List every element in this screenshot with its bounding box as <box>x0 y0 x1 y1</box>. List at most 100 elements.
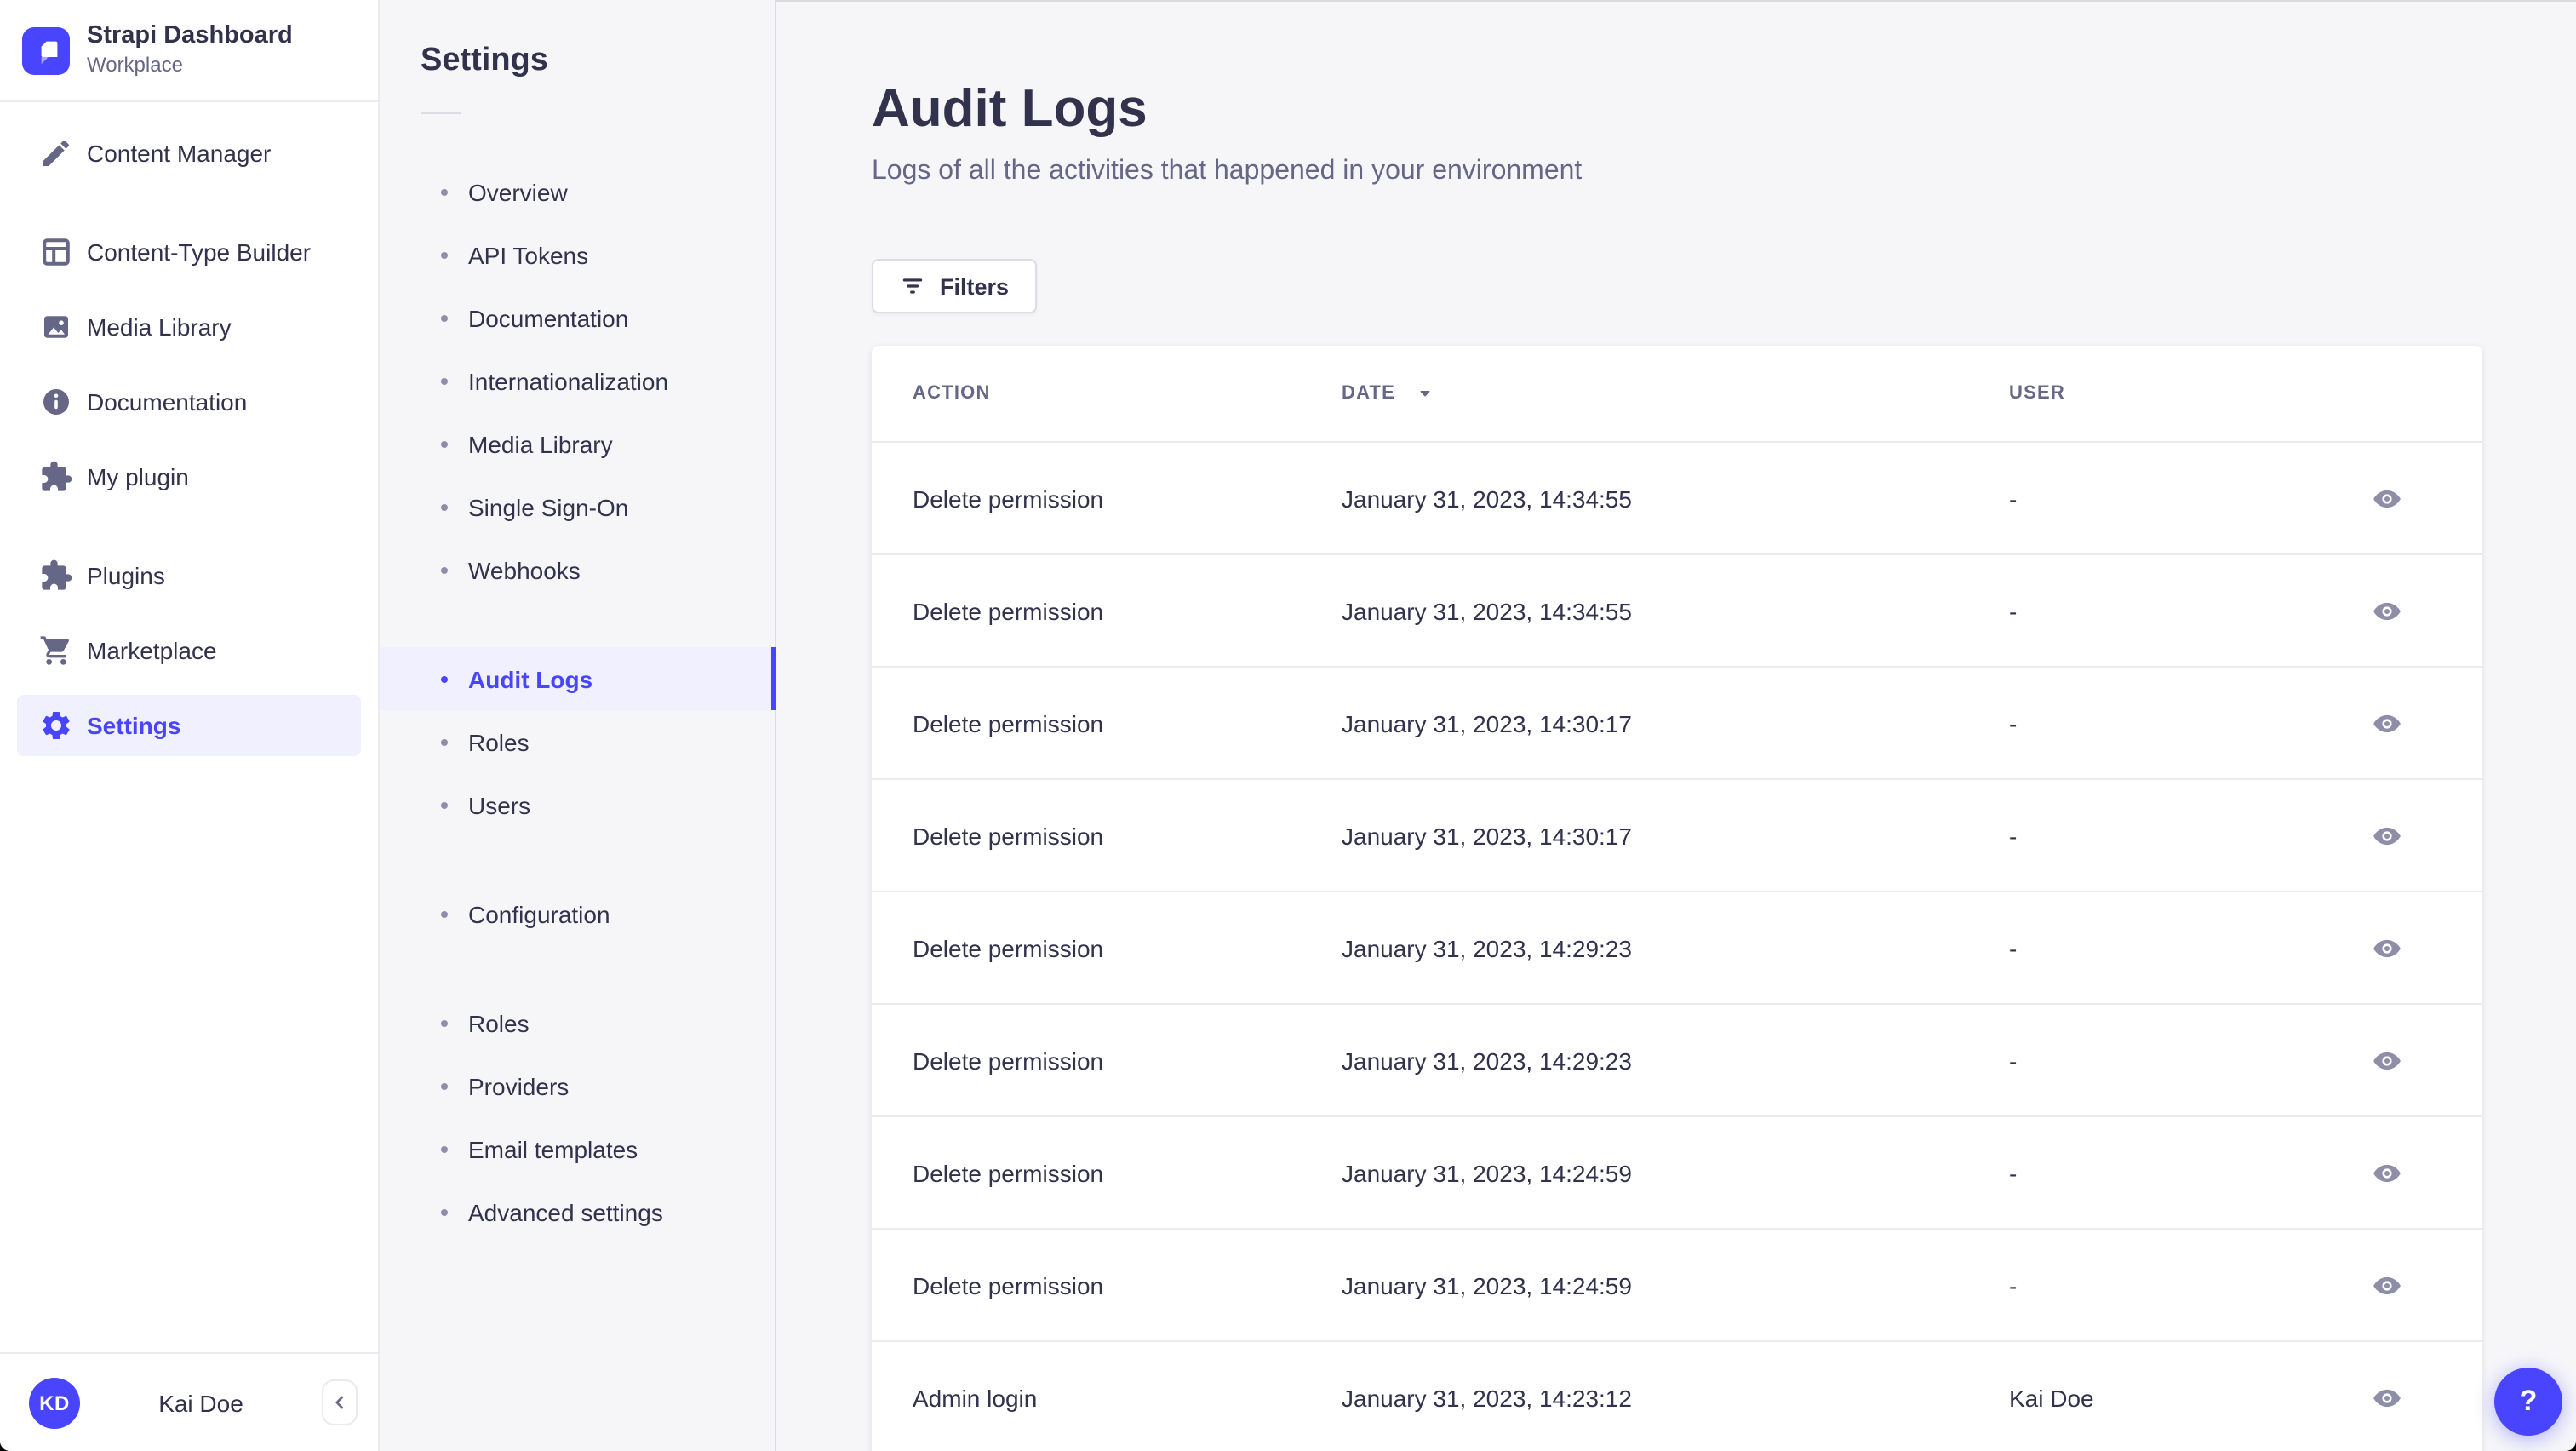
layout-icon <box>39 235 73 269</box>
sidebar-item[interactable]: Plugins <box>17 545 361 606</box>
bullet-icon <box>441 910 448 917</box>
bullet-icon <box>441 503 448 510</box>
info-icon <box>39 385 73 419</box>
workspace-title: Strapi Dashboard <box>87 22 293 49</box>
subnav-link[interactable]: Advanced settings <box>380 1180 775 1243</box>
cell-action: Delete permission <box>913 934 1104 961</box>
subnav-link[interactable]: Audit Logs <box>380 647 776 710</box>
sidebar-nav: Content Manager Content-Type Builder Med… <box>0 102 378 756</box>
subnav-link[interactable]: Single Sign-On <box>380 475 775 538</box>
view-log-button[interactable] <box>2360 1258 2414 1312</box>
sidebar-item[interactable]: Documentation <box>17 371 361 433</box>
table-row[interactable]: Delete permission January 31, 2023, 14:3… <box>872 553 2482 666</box>
subnav-link[interactable]: Webhooks <box>380 538 775 601</box>
gear-icon <box>39 708 73 743</box>
table-row[interactable]: Delete permission January 31, 2023, 14:2… <box>872 1115 2482 1228</box>
chevron-left-icon <box>335 1396 344 1409</box>
view-log-button[interactable] <box>2360 1033 2414 1087</box>
bullet-icon <box>441 251 448 258</box>
cell-date: January 31, 2023, 14:30:17 <box>1342 822 1632 849</box>
cell-date: January 31, 2023, 14:29:23 <box>1342 934 1632 961</box>
eye-icon <box>2373 489 2401 508</box>
help-button[interactable]: ? <box>2494 1368 2562 1436</box>
filters-button[interactable]: Filters <box>872 259 1037 313</box>
view-log-button[interactable] <box>2360 1145 2414 1200</box>
cell-user: Kai Doe <box>2009 1384 2094 1411</box>
cell-user: - <box>2009 597 2018 624</box>
subnav-link[interactable]: Overview <box>380 160 775 223</box>
subnav-link[interactable]: Internationalization <box>380 349 775 412</box>
table-row[interactable]: Delete permission January 31, 2023, 14:3… <box>872 441 2482 553</box>
audit-logs-table: ACTION DATE USER Delete permission Janua… <box>872 346 2482 1451</box>
cell-action: Delete permission <box>913 485 1104 512</box>
sidebar-item[interactable]: My plugin <box>17 446 361 508</box>
subnav-link[interactable]: Documentation <box>380 286 775 349</box>
table-row[interactable]: Delete permission January 31, 2023, 14:3… <box>872 666 2482 778</box>
app-window: Strapi Dashboard Workplace Content Manag… <box>0 0 2576 1451</box>
cell-action: Delete permission <box>913 1047 1104 1074</box>
bullet-icon <box>441 1019 448 1026</box>
eye-icon <box>2373 826 2401 845</box>
table-row[interactable]: Delete permission January 31, 2023, 14:2… <box>872 1228 2482 1340</box>
cell-date: January 31, 2023, 14:34:55 <box>1342 485 1632 512</box>
column-header-user[interactable]: USER <box>2009 383 2278 404</box>
sidebar-item[interactable]: Content Manager <box>17 123 361 184</box>
cell-action: Delete permission <box>913 1271 1104 1299</box>
eye-icon <box>2373 601 2401 620</box>
subnav-link[interactable]: Roles <box>380 991 775 1054</box>
sidebar-user-row: KD Kai Doe <box>0 1352 378 1451</box>
sidebar-item[interactable]: Settings <box>17 695 361 756</box>
cell-user: - <box>2009 1159 2018 1186</box>
table-row[interactable]: Delete permission January 31, 2023, 14:2… <box>872 1003 2482 1115</box>
view-log-button[interactable] <box>2360 808 2414 863</box>
cell-date: January 31, 2023, 14:34:55 <box>1342 597 1632 624</box>
main-sidebar: Strapi Dashboard Workplace Content Manag… <box>0 0 380 1451</box>
cell-user: - <box>2009 709 2018 737</box>
table-row[interactable]: Delete permission January 31, 2023, 14:3… <box>872 778 2482 891</box>
table-row[interactable]: Delete permission January 31, 2023, 14:2… <box>872 891 2482 1003</box>
eye-icon <box>2373 1051 2401 1070</box>
subnav-list: Overview API Tokens Documentation Intern… <box>380 160 776 1243</box>
view-log-button[interactable] <box>2360 583 2414 638</box>
sidebar-item[interactable]: Content-Type Builder <box>17 221 361 283</box>
avatar[interactable]: KD <box>29 1377 80 1428</box>
subnav-link[interactable]: Roles <box>380 710 775 773</box>
cell-user: - <box>2009 1047 2018 1074</box>
view-log-button[interactable] <box>2360 1370 2414 1425</box>
workspace-switcher[interactable]: Strapi Dashboard Workplace <box>0 0 378 102</box>
bullet-icon <box>441 1082 448 1089</box>
sort-desc-icon[interactable] <box>1416 385 1433 402</box>
bullet-icon <box>441 1145 448 1152</box>
subnav-link[interactable]: Media Library <box>380 412 775 475</box>
sidebar-item[interactable]: Marketplace <box>17 620 361 681</box>
bullet-icon <box>441 440 448 447</box>
bullet-icon <box>441 314 448 321</box>
puzzle-icon <box>39 559 73 593</box>
cell-user: - <box>2009 1271 2018 1299</box>
collapse-sidebar-button[interactable] <box>322 1379 358 1425</box>
cart-icon <box>39 634 73 668</box>
cell-action: Delete permission <box>913 709 1104 737</box>
strapi-logo-icon <box>22 26 70 74</box>
subnav-link[interactable]: Email templates <box>380 1117 775 1180</box>
column-header-action[interactable]: ACTION <box>913 383 1342 404</box>
cell-date: January 31, 2023, 14:24:59 <box>1342 1271 1632 1299</box>
subnav-link[interactable]: API Tokens <box>380 223 775 286</box>
column-header-date[interactable]: DATE <box>1342 383 2009 404</box>
cell-action: Delete permission <box>913 822 1104 849</box>
sidebar-item[interactable]: Media Library <box>17 296 361 358</box>
filter-icon <box>902 278 923 294</box>
view-log-button[interactable] <box>2360 920 2414 975</box>
subnav-link[interactable]: Users <box>380 773 775 836</box>
cell-date: January 31, 2023, 14:29:23 <box>1342 1047 1632 1074</box>
view-log-button[interactable] <box>2360 471 2414 525</box>
bullet-icon <box>441 1208 448 1215</box>
eye-icon <box>2373 1276 2401 1294</box>
page-title: Audit Logs <box>872 78 1148 138</box>
view-log-button[interactable] <box>2360 696 2414 750</box>
subnav-link[interactable]: Configuration <box>380 882 775 945</box>
pen-icon <box>39 136 73 170</box>
subnav-link[interactable]: Providers <box>380 1054 775 1117</box>
table-row[interactable]: Admin login January 31, 2023, 14:23:12 K… <box>872 1340 2482 1451</box>
cell-user: - <box>2009 822 2018 849</box>
